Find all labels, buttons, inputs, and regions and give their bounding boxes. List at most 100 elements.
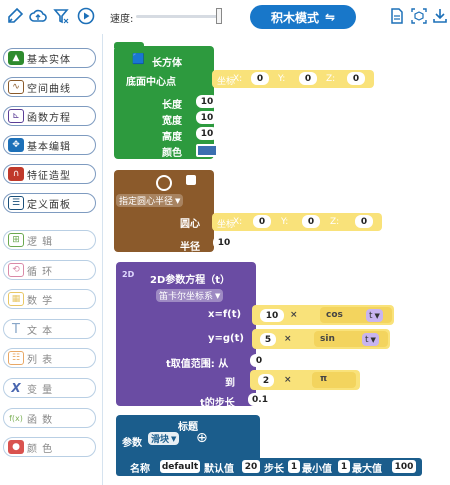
category-logic[interactable]: ⊞ 逻 辑 — [3, 230, 96, 250]
play-icon[interactable] — [77, 7, 95, 25]
min-input[interactable]: 1 — [338, 460, 350, 473]
max-label: 最大值 — [352, 464, 382, 475]
category-label: 数 学 — [27, 295, 54, 307]
category-label: 基本实体 — [27, 54, 71, 66]
param-type-value: 滑块 — [151, 435, 170, 445]
width-input[interactable]: 10 — [196, 111, 218, 124]
cloud-upload-icon[interactable] — [29, 7, 47, 25]
y-function-name[interactable]: sin — [320, 334, 335, 344]
category-label: 逻 辑 — [27, 236, 54, 248]
category-feature-modeling[interactable]: ∩ 特征造型 — [3, 164, 96, 184]
speed-slider-track[interactable] — [136, 15, 222, 18]
block-workspace[interactable]: 🟦 长方体 底面中心点 坐标 X: 0 Y: 0 Z: 0 长度 10 宽度 1… — [104, 34, 450, 485]
color-swatch[interactable] — [196, 144, 218, 157]
category-label: 定义面板 — [27, 199, 71, 211]
list-icon: ☷ — [8, 351, 24, 365]
range-from-input[interactable]: 0 — [250, 354, 268, 367]
range-to-coefficient-input[interactable]: 2 — [258, 374, 274, 387]
max-input[interactable]: 100 — [392, 460, 416, 473]
variable-icon: X — [8, 381, 24, 395]
y-operator[interactable]: × — [284, 334, 292, 344]
block-mode-label: 积木模式 — [270, 10, 319, 25]
magnet-icon: ∩ — [8, 167, 24, 181]
category-label: 空间曲线 — [27, 83, 71, 95]
speed-label: 速度: — [110, 14, 134, 25]
category-list[interactable]: ☷ 列 表 — [3, 348, 96, 368]
logic-icon: ⊞ — [8, 233, 24, 247]
category-basic-edit[interactable]: ✥ 基本编辑 — [3, 135, 96, 155]
y-variable-dropdown[interactable]: t ▼ — [362, 333, 379, 346]
default-label: 默认值 — [204, 464, 234, 475]
chevron-down-icon: ▼ — [215, 291, 221, 300]
category-loop[interactable]: ⟲ 循 环 — [3, 260, 96, 280]
block-mode-button[interactable]: 积木模式 ⇋ — [250, 5, 356, 29]
param2d-title: 2D参数方程（t） — [150, 275, 231, 286]
step-input[interactable]: 1 — [288, 460, 300, 473]
pi-constant[interactable]: π — [320, 374, 327, 384]
category-variable[interactable]: X 变 量 — [3, 378, 96, 398]
category-label: 颜 色 — [27, 443, 54, 455]
text-icon: T — [8, 322, 24, 337]
pi-constant-block[interactable] — [312, 372, 356, 388]
y-formula-label: y=g(t) — [208, 333, 244, 344]
filter-icon[interactable] — [52, 7, 70, 25]
chevron-down-icon: ▼ — [171, 434, 177, 443]
z-input[interactable]: 0 — [355, 215, 373, 228]
cube-icon: ▲ — [8, 51, 24, 65]
speed-slider-thumb[interactable] — [216, 8, 222, 24]
brush-icon[interactable] — [6, 7, 24, 25]
length-input[interactable]: 10 — [196, 95, 218, 108]
toolbar: 速度: 积木模式 ⇋ — [0, 0, 450, 34]
category-label: 循 环 — [27, 266, 54, 278]
x-variable-dropdown[interactable]: t ▼ — [366, 309, 383, 322]
coord-system-dropdown[interactable]: 笛卡尔坐标系 ▼ — [156, 289, 224, 302]
circle-mode-value: 指定圆心半径 — [119, 197, 174, 207]
category-function-equation[interactable]: ⊾ 函数方程 — [3, 106, 96, 126]
name-input[interactable]: default — [160, 460, 200, 473]
category-definition-panel[interactable]: ☰ 定义面板 — [3, 193, 96, 213]
radius-label: 半径 — [180, 242, 200, 253]
param-type-dropdown[interactable]: 滑块 ▼ — [148, 432, 180, 445]
loop-icon: ⟲ — [8, 263, 24, 277]
download-icon[interactable] — [431, 7, 449, 25]
2d-icon: 2D — [122, 270, 135, 279]
default-input[interactable]: 20 — [242, 460, 260, 473]
panel-title: 标题 — [178, 422, 198, 433]
y-label: Y: — [281, 217, 289, 227]
base-center-label: 底面中心点 — [126, 77, 176, 88]
y-coefficient-input[interactable]: 5 — [260, 333, 276, 346]
circle-mode-dropdown[interactable]: 指定圆心半径 ▼ — [116, 194, 184, 207]
radius-input[interactable]: 10 — [213, 236, 235, 249]
x-coefficient-input[interactable]: 10 — [260, 309, 284, 322]
z-input[interactable]: 0 — [347, 72, 365, 85]
add-param-icon[interactable]: ⊕ — [196, 430, 208, 446]
y-input[interactable]: 0 — [302, 215, 320, 228]
cuboid-block-notch — [114, 42, 144, 48]
category-label: 函 数 — [27, 414, 54, 426]
y-input[interactable]: 0 — [299, 72, 317, 85]
x-formula-label: x=f(t) — [208, 309, 242, 320]
height-input[interactable]: 10 — [196, 127, 218, 140]
x-operator[interactable]: × — [290, 310, 298, 320]
x-function-name[interactable]: cos — [326, 310, 343, 320]
z-label: Z: — [330, 217, 340, 227]
x-label: X: — [233, 217, 243, 227]
document-icon[interactable] — [388, 7, 406, 25]
3d-view-icon[interactable] — [410, 7, 428, 25]
category-color[interactable]: ● 颜 色 — [3, 437, 96, 457]
step-input[interactable]: 0.1 — [248, 393, 272, 406]
category-math[interactable]: ▦ 数 学 — [3, 289, 96, 309]
height-label: 高度 — [162, 132, 182, 143]
range-to-operator[interactable]: × — [284, 375, 292, 385]
x-input[interactable]: 0 — [251, 72, 269, 85]
length-label: 长度 — [162, 100, 182, 111]
x-input[interactable]: 0 — [253, 215, 271, 228]
gear-icon[interactable] — [186, 175, 196, 185]
category-text[interactable]: T 文 本 — [3, 319, 96, 339]
category-basic-solid[interactable]: ▲ 基本实体 — [3, 48, 96, 68]
min-label: 最小值 — [302, 464, 332, 475]
category-space-curve[interactable]: ∿ 空间曲线 — [3, 77, 96, 97]
fx-icon: f(x) — [8, 411, 24, 425]
category-label: 文 本 — [27, 325, 54, 337]
category-function[interactable]: f(x) 函 数 — [3, 408, 96, 428]
